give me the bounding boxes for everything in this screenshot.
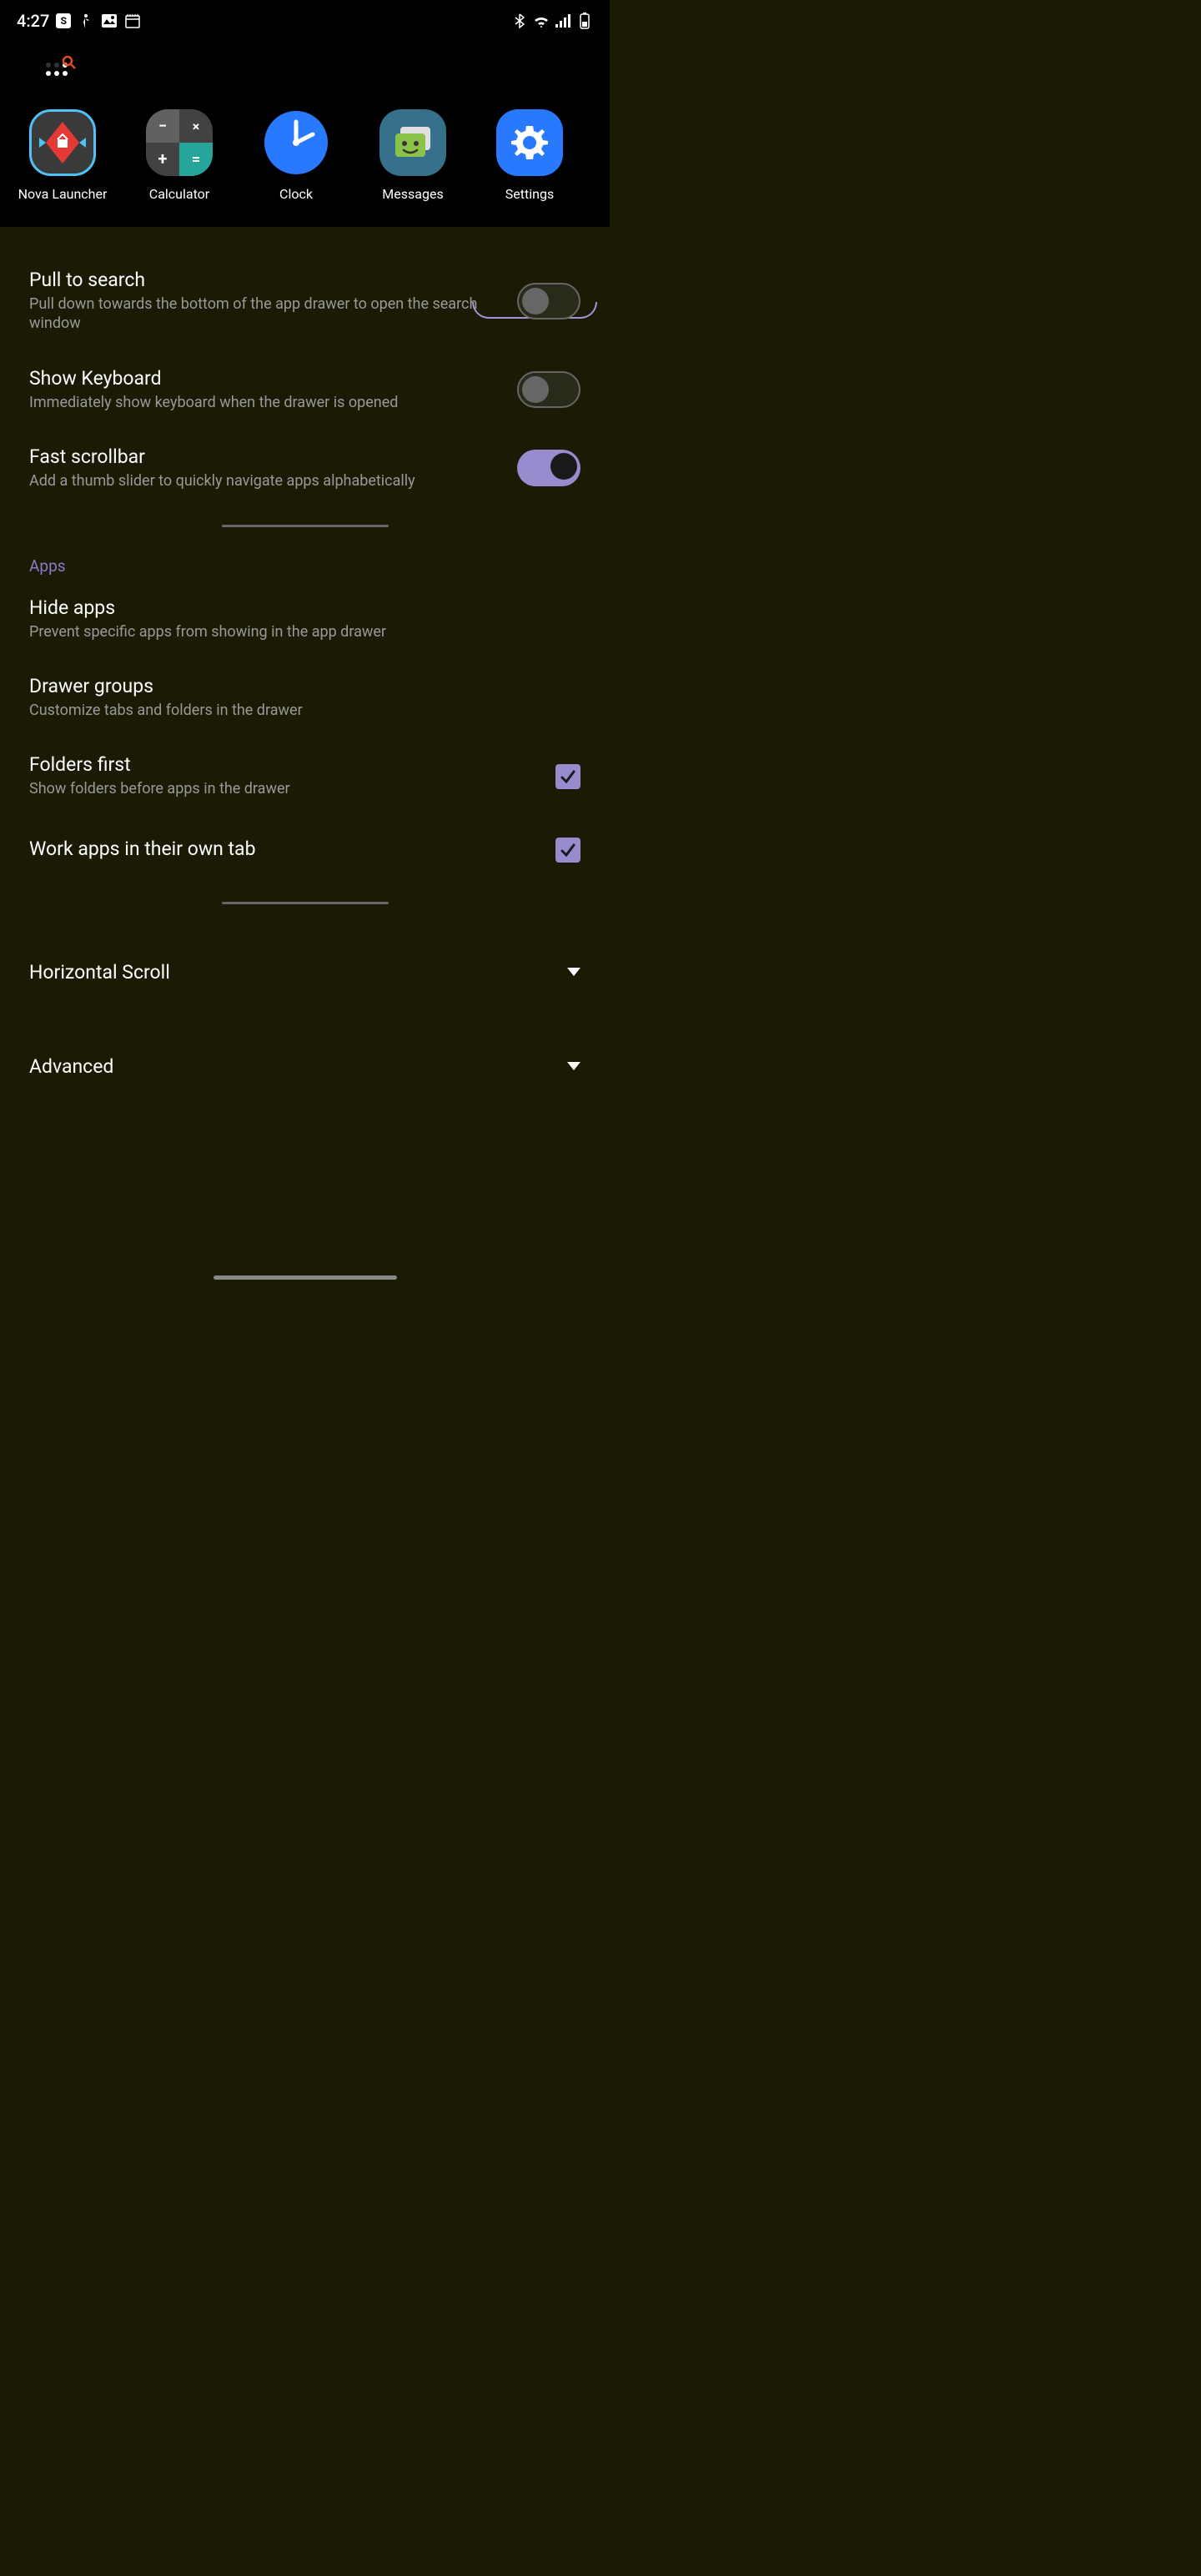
nav-home-indicator[interactable]	[214, 1275, 397, 1280]
svg-text:=: =	[192, 151, 200, 169]
status-right	[511, 13, 593, 29]
svg-text:+: +	[158, 148, 168, 169]
toggle-pull-to-search[interactable]	[517, 283, 580, 319]
status-bar: 4:27 S	[0, 0, 610, 42]
setting-title: Hide apps	[29, 596, 580, 619]
app-label: Nova Launcher	[18, 186, 108, 202]
status-left: 4:27 S	[17, 11, 141, 31]
setting-pull-to-search[interactable]: Pull to search Pull down towards the bot…	[0, 252, 610, 350]
setting-title: Pull to search	[29, 269, 500, 291]
notif-icon-s: S	[56, 13, 71, 28]
expandable-horizontal-scroll[interactable]: Horizontal Scroll	[0, 938, 610, 1007]
setting-work-apps-tab[interactable]: Work apps in their own tab	[0, 816, 610, 885]
setting-fast-scrollbar[interactable]: Fast scrollbar Add a thumb slider to qui…	[0, 429, 610, 507]
setting-title: Folders first	[29, 753, 539, 776]
bluetooth-icon	[511, 13, 528, 29]
app-row: Nova Launcher − × + = Calculator	[13, 109, 597, 202]
svg-text:−: −	[158, 118, 167, 135]
setting-desc: Show folders before apps in the drawer	[29, 779, 539, 798]
notif-icon-walking	[78, 13, 94, 29]
app-nova-launcher[interactable]: Nova Launcher	[17, 109, 108, 202]
app-tray: Nova Launcher − × + = Calculator	[0, 42, 610, 227]
setting-desc: Pull down towards the bottom of the app …	[29, 294, 500, 334]
setting-title: Work apps in their own tab	[29, 838, 539, 860]
setting-desc: Customize tabs and folders in the drawer	[29, 701, 580, 720]
toggle-fast-scrollbar[interactable]	[517, 450, 580, 486]
wifi-icon	[533, 13, 550, 29]
signal-icon	[555, 13, 571, 29]
setting-folders-first[interactable]: Folders first Show folders before apps i…	[0, 737, 610, 815]
setting-title: Show Keyboard	[29, 367, 500, 390]
checkbox-work-apps-tab[interactable]	[555, 838, 580, 863]
tray-search-icon[interactable]	[46, 63, 68, 76]
checkbox-folders-first[interactable]	[555, 764, 580, 789]
expandable-title: Horizontal Scroll	[29, 961, 170, 984]
app-label: Calculator	[149, 186, 209, 202]
setting-desc: Prevent specific apps from showing in th…	[29, 622, 580, 641]
app-label: Messages	[382, 186, 443, 202]
app-label: Clock	[279, 186, 313, 202]
toggle-show-keyboard[interactable]	[517, 371, 580, 408]
section-divider	[222, 902, 389, 904]
tray-header	[13, 50, 597, 109]
setting-hide-apps[interactable]: Hide apps Prevent specific apps from sho…	[0, 580, 610, 658]
chevron-down-icon	[567, 968, 580, 976]
setting-drawer-groups[interactable]: Drawer groups Customize tabs and folders…	[0, 658, 610, 737]
app-messages[interactable]: Messages	[367, 109, 459, 202]
setting-title: Drawer groups	[29, 675, 580, 697]
battery-icon	[576, 13, 593, 29]
app-calculator[interactable]: − × + = Calculator	[133, 109, 225, 202]
setting-desc: Immediately show keyboard when the drawe…	[29, 393, 500, 412]
setting-title: Fast scrollbar	[29, 445, 500, 468]
notif-icon-calendar	[124, 13, 141, 29]
svg-text:×: ×	[193, 118, 200, 134]
section-header-apps: Apps	[0, 544, 610, 580]
expandable-title: Advanced	[29, 1055, 113, 1078]
section-divider	[222, 525, 389, 527]
app-settings[interactable]: Settings	[484, 109, 575, 202]
settings-panel: Pull to search Pull down towards the bot…	[0, 227, 610, 1101]
app-label: Settings	[505, 186, 554, 202]
setting-desc: Add a thumb slider to quickly navigate a…	[29, 471, 500, 491]
app-clock[interactable]: Clock	[250, 109, 342, 202]
notif-icon-image	[101, 13, 118, 29]
setting-show-keyboard[interactable]: Show Keyboard Immediately show keyboard …	[0, 350, 610, 429]
chevron-down-icon	[567, 1062, 580, 1070]
status-time: 4:27	[17, 11, 49, 31]
expandable-advanced[interactable]: Advanced	[0, 1032, 610, 1101]
